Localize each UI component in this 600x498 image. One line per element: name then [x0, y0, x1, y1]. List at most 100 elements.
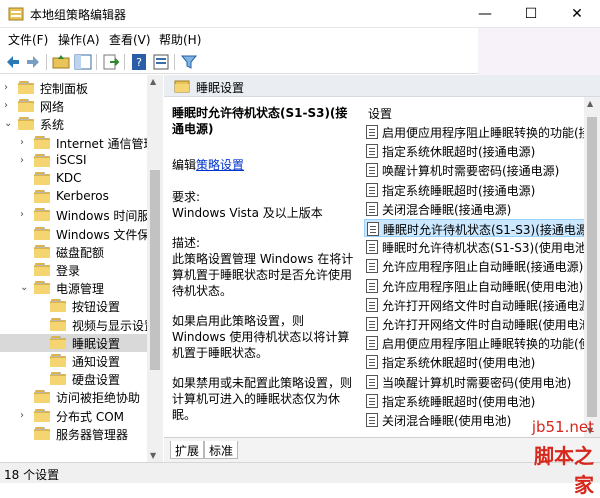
tree-item[interactable]: 服务器管理器 [0, 425, 147, 443]
setting-row[interactable]: 允许打开网络文件时自动睡眠(接通电源) [364, 296, 584, 314]
tree-item[interactable]: › 网络 [0, 97, 147, 115]
menu-view[interactable]: 查看(V) [109, 31, 151, 48]
show-tree-icon[interactable] [74, 53, 92, 71]
watermark-name: 脚本之家 [534, 444, 594, 497]
export-icon[interactable] [102, 53, 120, 71]
maximize-button[interactable]: ☐ [508, 0, 554, 28]
setting-row[interactable]: 睡眠时允许待机状态(S1-S3)(使用电池) [364, 238, 584, 256]
requirements-label: 要求: [172, 190, 201, 204]
navigation-tree: › 控制面板 › 网络 ⌄ 系统 › Internet 通信管理 › iSCSI KDC Kerber… [0, 75, 163, 462]
collapsed-arrow-icon[interactable]: › [4, 81, 14, 95]
tree-item[interactable]: Windows 文件保护 [0, 225, 161, 243]
setting-label: 睡眠时允许待机状态(S1-S3)(使用电池) [382, 241, 584, 256]
tab-extended[interactable]: 扩展 [170, 441, 205, 459]
tree-item[interactable]: 登录 [0, 261, 147, 279]
setting-label: 关闭混合睡眠(接通电源) [382, 202, 512, 217]
setting-row[interactable]: 指定系统睡眠超时(使用电池) [364, 392, 584, 410]
folder-icon [18, 117, 34, 131]
close-button[interactable]: ✕ [554, 0, 600, 28]
edit-policy-link[interactable]: 策略设置 [196, 158, 244, 172]
tree-item[interactable]: 磁盘配额 [0, 243, 147, 261]
properties-icon[interactable] [152, 53, 170, 71]
scroll-thumb[interactable] [587, 117, 597, 417]
setting-row[interactable]: 睡眠时允许待机状态(S1-S3)(接通电源) [364, 219, 584, 237]
collapsed-arrow-icon[interactable]: › [20, 154, 30, 168]
setting-row[interactable]: 允许打开网络文件时自动睡眠(使用电池) [364, 315, 584, 333]
forward-arrow-icon[interactable] [24, 53, 42, 71]
details-header: 睡眠设置 [164, 75, 600, 97]
setting-row[interactable]: 关闭混合睡眠(接通电源) [364, 200, 584, 218]
tree-item[interactable]: Kerberos [0, 188, 147, 206]
tab-standard[interactable]: 标准 [204, 441, 239, 459]
settings-column-header[interactable]: 设置 [368, 105, 392, 122]
tree-item[interactable]: 通知设置 [0, 352, 147, 370]
tree-item-label: 按钮设置 [72, 300, 121, 315]
svg-text:?: ? [136, 56, 142, 69]
setting-row[interactable]: 启用便应用程序阻止睡眠转换的功能(使用 [364, 334, 584, 352]
tree-item[interactable]: KDC [0, 170, 147, 188]
folder-icon [50, 354, 66, 367]
setting-row[interactable]: 唤醒计算机时需要密码(接通电源) [364, 161, 584, 179]
settings-list: 设置 启用便应用程序阻止睡眠转换的功能(接通 指定系统休眠超时(接通电源) 唤醒计算… [358, 97, 584, 437]
tree-item-label: Windows 文件保护 [56, 227, 162, 242]
folder-icon [50, 335, 66, 349]
scroll-thumb[interactable] [150, 170, 160, 370]
scroll-down-icon[interactable]: ▼ [150, 451, 156, 460]
tree-item[interactable]: ⌄ 电源管理 [0, 279, 147, 297]
expanded-arrow-icon[interactable]: ⌄ [20, 281, 30, 295]
setting-label: 允许打开网络文件时自动睡眠(使用电池) [382, 318, 584, 332]
setting-row[interactable]: 允许应用程序阻止自动睡眠(接通电源) [364, 257, 584, 275]
setting-row[interactable]: 指定系统休眠超时(使用电池) [364, 353, 584, 371]
tree-item[interactable]: › Windows 时间服务 [0, 206, 161, 224]
menu-action[interactable]: 操作(A) [58, 31, 100, 48]
tree-item[interactable]: › 控制面板 [0, 79, 147, 97]
minimize-button[interactable]: — [462, 0, 508, 28]
back-arrow-icon[interactable] [4, 53, 22, 71]
menu-file[interactable]: 文件(F) [8, 31, 48, 48]
policy-setting-icon [366, 259, 378, 274]
collapsed-arrow-icon[interactable]: › [20, 409, 30, 423]
tree-item-label: Internet 通信管理 [56, 136, 156, 151]
collapsed-arrow-icon[interactable]: › [20, 136, 30, 150]
tree-item[interactable]: › Internet 通信管理 [0, 134, 155, 152]
policy-setting-icon [366, 182, 378, 197]
scroll-up-icon[interactable]: ▲ [150, 77, 156, 86]
setting-row[interactable]: 允许应用程序阻止自动睡眠(使用电池) [364, 277, 584, 295]
collapsed-arrow-icon[interactable]: › [20, 208, 30, 222]
tree-item-label: 睡眠设置 [72, 336, 121, 351]
folder-up-icon[interactable] [52, 53, 70, 71]
tree-item[interactable]: 睡眠设置 [0, 333, 147, 352]
settings-scrollbar[interactable]: ▲ ▼ [584, 97, 600, 437]
setting-row[interactable]: 当唤醒计算机时需要密码(使用电池) [364, 373, 584, 391]
tree-item[interactable]: 访问被拒绝协助 [0, 388, 147, 406]
tree-item[interactable]: 视频与显示设置 [0, 316, 156, 334]
tree-scrollbar[interactable]: ▲ ▼ [147, 75, 163, 462]
description-panel: 睡眠时允许待机状态(S1-S3)(接通电源) 编辑策略设置 要求: Window… [164, 97, 357, 437]
tree-item-label: 登录 [56, 264, 81, 278]
folder-icon [50, 317, 66, 331]
tree-item[interactable]: › 分布式 COM [0, 407, 147, 425]
edit-line: 编辑策略设置 [172, 157, 357, 173]
folder-icon [50, 299, 66, 313]
expanded-arrow-icon[interactable]: ⌄ [4, 117, 14, 131]
tree-item-label: 视频与显示设置 [72, 318, 157, 333]
scroll-up-icon[interactable]: ▲ [587, 99, 593, 108]
tree-item[interactable]: 按钮设置 [0, 297, 147, 315]
filter-icon[interactable] [180, 53, 198, 71]
policy-setting-icon [366, 201, 378, 216]
help-icon[interactable]: ? [130, 53, 148, 71]
header-title: 睡眠设置 [196, 81, 245, 95]
watermark-url: jb51.net [531, 418, 594, 436]
toolbar-separator [174, 54, 175, 70]
policy-setting-icon [366, 125, 378, 139]
tree-item-label: 电源管理 [56, 282, 105, 297]
setting-row[interactable]: 指定系统睡眠超时(接通电源) [364, 181, 584, 199]
setting-row[interactable]: 启用便应用程序阻止睡眠转换的功能(接通 [364, 123, 584, 141]
tree-item[interactable]: 硬盘设置 [0, 370, 147, 388]
tree-item[interactable]: ⌄ 系统 [0, 115, 147, 133]
setting-row[interactable]: 指定系统休眠超时(接通电源) [364, 142, 584, 160]
tree-item[interactable]: › iSCSI [0, 152, 147, 170]
tree-item-label: 分布式 COM [56, 409, 124, 424]
menu-help[interactable]: 帮助(H) [159, 31, 201, 48]
collapsed-arrow-icon[interactable]: › [4, 99, 14, 113]
